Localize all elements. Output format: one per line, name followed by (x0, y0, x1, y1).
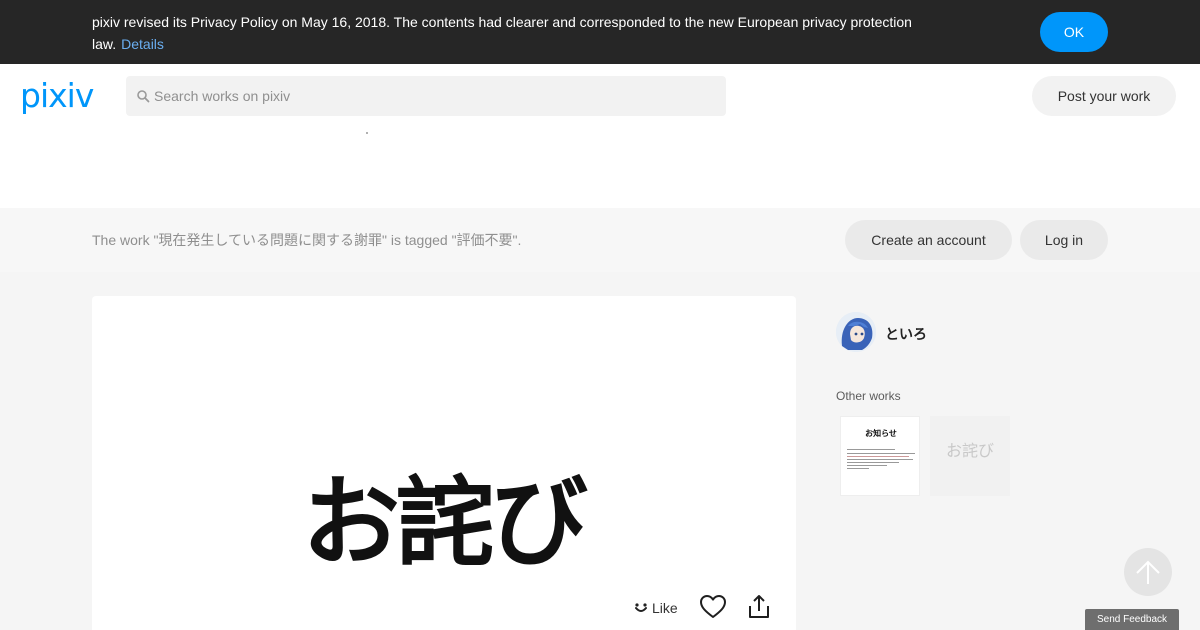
avatar-image (836, 312, 876, 352)
main-content: お詫び Like といろ Other works お知らせ お詫び Send F… (0, 272, 1200, 630)
author-name[interactable]: といろ (885, 325, 927, 343)
thumbnail-text-line (847, 456, 909, 457)
privacy-banner-text: pixiv revised its Privacy Policy on May … (92, 11, 962, 55)
thumbnail-title: お詫び (945, 441, 994, 460)
decorative-dot (366, 132, 368, 134)
artwork-image-text: お詫び (302, 465, 588, 580)
details-link[interactable]: Details (121, 36, 164, 52)
other-work-thumbnail[interactable]: お詫び (930, 416, 1010, 496)
smile-icon (635, 603, 647, 612)
search-input[interactable] (154, 76, 714, 116)
send-feedback-button[interactable]: Send Feedback (1085, 609, 1179, 630)
like-label: Like (652, 600, 678, 616)
heart-icon[interactable] (699, 593, 727, 621)
thumbnail-text-line (847, 462, 899, 463)
login-button[interactable]: Log in (1020, 220, 1108, 260)
privacy-message: pixiv revised its Privacy Policy on May … (92, 14, 912, 52)
thumbnail-title: お知らせ (865, 429, 897, 438)
privacy-banner: pixiv revised its Privacy Policy on May … (0, 0, 1200, 64)
create-account-button[interactable]: Create an account (845, 220, 1012, 260)
tag-notice-text: The work "現在発生している問題に関する謝罪" is tagged "評… (92, 232, 522, 248)
post-your-work-button[interactable]: Post your work (1032, 76, 1176, 116)
other-work-thumbnail[interactable]: お知らせ (840, 416, 920, 496)
tag-strip: The work "現在発生している問題に関する謝罪" is tagged "評… (0, 208, 1200, 272)
thumbnail-text-line (847, 459, 913, 460)
share-icon[interactable] (746, 593, 772, 621)
ok-button[interactable]: OK (1040, 12, 1108, 52)
arrow-up-icon (1136, 560, 1160, 584)
search-icon (137, 90, 150, 103)
like-button[interactable]: Like (634, 598, 678, 618)
thumbnail-text-line (847, 465, 887, 466)
thumbnail-text-line (847, 453, 915, 454)
other-works-heading: Other works (836, 389, 901, 403)
scroll-to-top-button[interactable] (1124, 548, 1172, 596)
avatar[interactable] (836, 312, 876, 352)
site-header: pixiv Post your work (0, 64, 1200, 128)
thumbnail-text-line (847, 468, 869, 469)
pixiv-logo[interactable]: pixiv (20, 78, 94, 114)
thumbnail-text-line (847, 449, 895, 450)
search-box[interactable] (126, 76, 726, 116)
artwork-card[interactable]: お詫び Like (92, 296, 796, 630)
